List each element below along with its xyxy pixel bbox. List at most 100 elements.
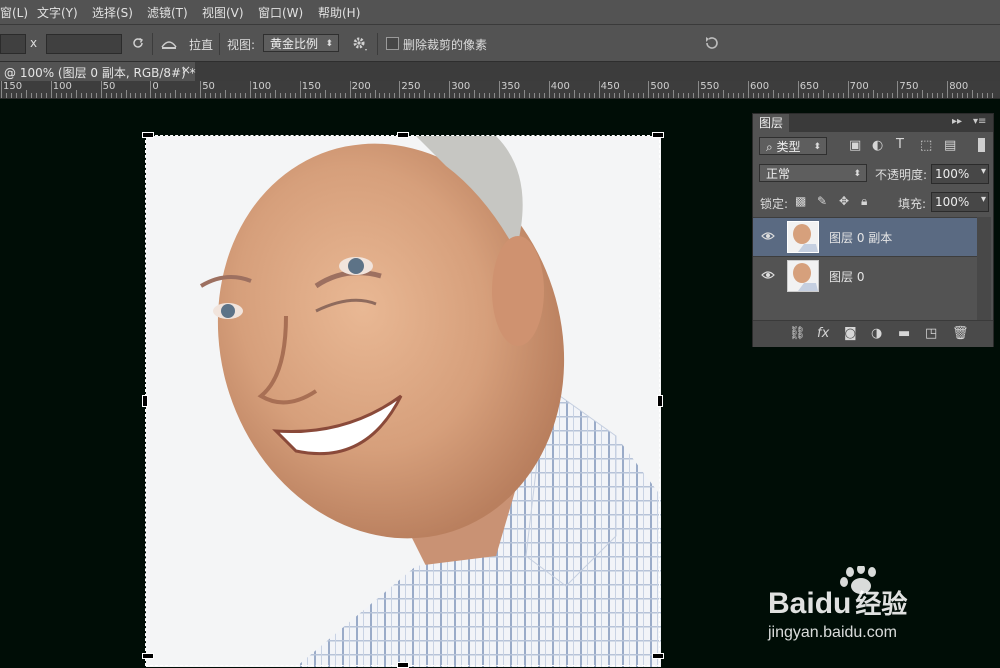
ruler-minor-tick [135,93,137,98]
lock-transparency-icon[interactable]: ▩ [795,194,806,208]
ruler-minor-tick [85,93,87,98]
filter-kind-select[interactable]: ⌕ 类型 ⬍ [759,137,827,155]
ruler-tick [598,81,600,98]
ruler-minor-tick [952,93,954,98]
filter-toggle[interactable] [978,138,985,152]
ruler-minor-tick [240,93,242,98]
lock-position-icon[interactable]: ✥ [839,194,849,208]
crop-handle-bottom-left[interactable] [142,653,154,659]
trash-icon[interactable]: 🗑︎ [952,326,969,341]
ruler-tick [399,81,401,98]
ruler-minor-tick [792,93,794,98]
ruler-minor-tick [205,93,207,98]
new-layer-icon[interactable]: ◳ [925,326,937,341]
ruler-minor-tick [852,93,854,98]
layer-name[interactable]: 图层 0 [829,268,864,285]
image-filter-icon[interactable]: ▣ [849,138,861,153]
chevron-updown-icon: ⬍ [325,39,333,49]
crop-handle-right[interactable] [657,395,663,407]
ruler-minor-tick [80,93,82,98]
smart-object-filter-icon[interactable]: ▤ [944,138,956,153]
straighten-label[interactable]: 拉直 [189,36,213,53]
tab-layers[interactable]: 图层 [753,114,789,132]
shape-filter-icon[interactable]: ⬚ [920,138,932,153]
collapse-icon[interactable]: ▸▸ [952,116,962,127]
panel-menu-icon[interactable]: ▾≡ [973,116,986,127]
ruler-minor-tick [314,93,316,98]
fx-icon[interactable]: fx [817,326,829,341]
eye-icon[interactable] [761,268,775,282]
ruler-minor-tick [289,93,291,98]
ruler-minor-tick [708,93,710,98]
crop-box[interactable] [145,135,660,666]
lock-all-icon[interactable]: 🔒︎ [861,194,867,209]
crop-handle-top[interactable] [397,132,409,138]
menu-view[interactable]: 视图(V) [202,4,244,21]
fill-field[interactable]: 100% ▾ [931,192,989,212]
crop-handle-bottom-right[interactable] [652,653,664,659]
blend-mode-value: 正常 [766,167,791,181]
eye-icon[interactable] [761,229,775,243]
straighten-icon[interactable] [160,35,178,55]
watermark-cn: 经验 [855,589,908,619]
ruler-minor-tick [927,93,929,98]
blend-mode-select[interactable]: 正常 ⬍ [759,164,867,182]
layers-scrollbar[interactable] [977,217,991,321]
menu-type[interactable]: 文字(Y) [37,4,78,21]
adjustment-icon[interactable]: ◑ [871,326,882,341]
ruler-minor-tick [987,93,989,98]
lock-pixels-icon[interactable]: ✎ [817,194,827,208]
width-field[interactable] [0,34,26,54]
folder-icon[interactable]: ▬ [898,326,910,341]
ruler-minor-tick [384,93,386,98]
ruler-minor-tick [872,90,874,98]
swap-icon[interactable] [130,35,146,55]
ruler-tick [250,81,251,98]
layer-row-copy[interactable]: 图层 0 副本 [753,217,977,256]
ruler-minor-tick [115,93,117,98]
type-filter-icon[interactable]: T [896,137,904,152]
ruler-minor-tick [762,93,764,98]
ruler-minor-tick [374,90,376,98]
ruler-minor-tick [683,93,685,98]
crop-handle-top-left[interactable] [142,132,154,138]
menu-select[interactable]: 选择(S) [92,4,133,21]
gear-icon[interactable] [351,35,369,57]
layer-row-base[interactable]: 图层 0 [753,256,977,295]
opacity-field[interactable]: 100% ▾ [931,164,989,184]
ruler-tick [947,81,949,98]
crop-handle-left[interactable] [142,395,148,407]
adjustment-filter-icon[interactable]: ◐ [872,138,883,153]
ruler-minor-tick [359,93,361,98]
reset-icon[interactable] [703,34,721,56]
view-overlay-select[interactable]: 黄金比例 ⬍ [263,34,339,52]
ruler-tick [50,81,52,98]
ruler-minor-tick [827,93,829,98]
ruler-minor-tick [713,93,715,98]
ruler-minor-tick [10,93,12,98]
document-tab[interactable]: @ 100% (图层 0 副本, RGB/8#) * × [0,62,196,81]
crop-handle-bottom[interactable] [397,662,409,668]
link-icon[interactable]: ⛓ [789,326,806,341]
ruler-minor-tick [593,93,595,98]
ruler-minor-tick [489,93,491,98]
document-tab-bar: @ 100% (图层 0 副本, RGB/8#) * × [0,62,1000,81]
chevron-down-icon[interactable]: ▾ [981,194,986,205]
menu-window[interactable]: 窗口(W) [258,4,303,21]
delete-cropped-checkbox[interactable] [386,37,399,50]
delete-cropped-label[interactable]: 删除裁剪的像素 [403,36,487,53]
menu-help[interactable]: 帮助(H) [318,4,360,21]
height-field[interactable] [46,34,122,54]
crop-handle-top-right[interactable] [652,132,664,138]
menu-window-partial[interactable]: 窗(L) [0,4,28,21]
chevron-down-icon[interactable]: ▾ [981,166,986,177]
mask-icon[interactable]: ◙ [844,326,857,341]
menu-filter[interactable]: 滤镜(T) [147,4,188,21]
ruler-minor-tick [264,93,266,98]
ruler-minor-tick [444,93,446,98]
ruler-minor-tick [912,93,914,98]
ruler-minor-tick [733,93,735,98]
close-icon[interactable]: × [181,63,191,77]
layer-name[interactable]: 图层 0 副本 [829,229,892,246]
ruler-minor-tick [245,93,247,98]
